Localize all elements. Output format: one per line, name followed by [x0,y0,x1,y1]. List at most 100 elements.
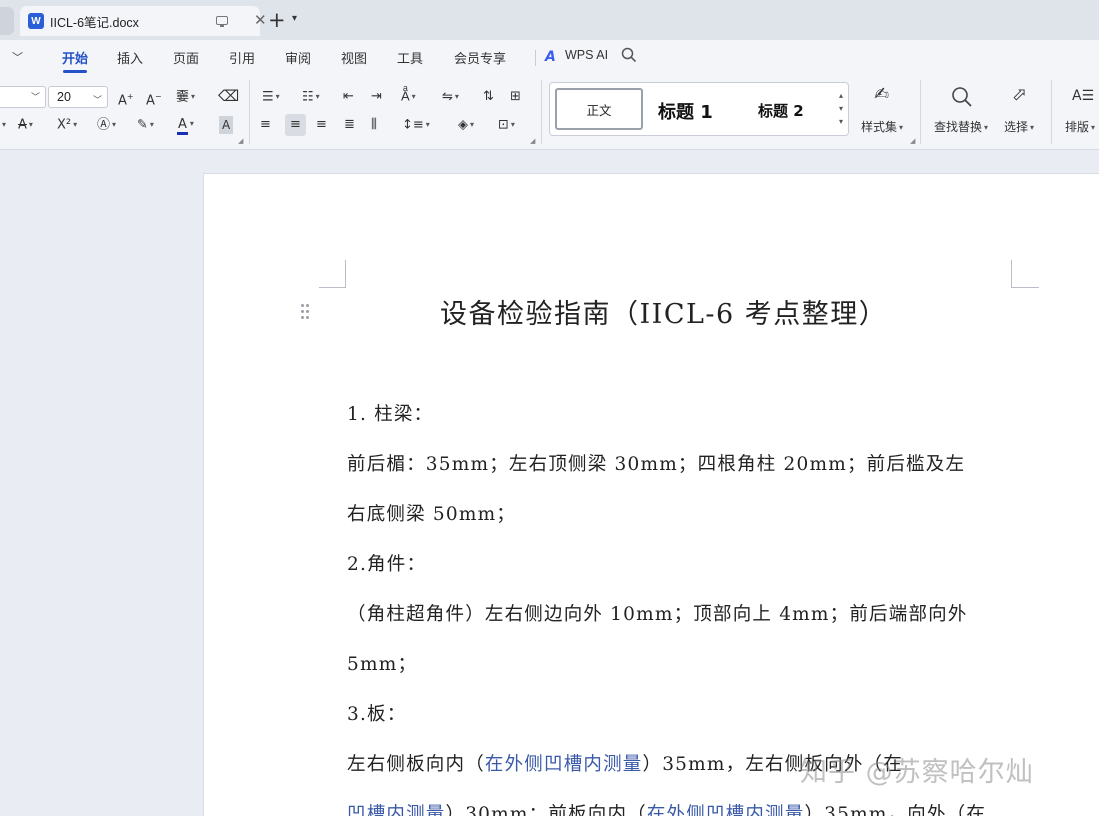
toolbar-separator [1051,80,1052,144]
text-run: 右底侧梁 50mm； [347,504,517,525]
toolbar-separator [920,80,921,144]
sort-icon[interactable]: ⇅ [483,88,494,106]
document-heading[interactable]: 设备检验指南（IICL-6 考点整理） [440,292,887,331]
monitor-icon[interactable] [216,16,228,27]
select-button[interactable]: 选择 ▾ [1004,118,1034,135]
document-paragraph[interactable]: 凹槽内测量）30mm；前板向内（在外侧凹槽内测量）35mm，向外（在 [347,800,986,816]
phonetic-guide-icon[interactable]: 嫑 ▾ [176,88,195,107]
document-paragraph[interactable]: 右底侧梁 50mm； [347,500,516,526]
blue-text-run: 在外侧凹槽内测量 [484,754,643,775]
menu-review[interactable]: 审阅 [285,48,311,67]
paragraph-dialog-launcher-icon[interactable]: ◢ [530,137,535,145]
select-cursor-icon[interactable]: ⬀ [1012,86,1027,104]
distributed-align-icon[interactable]: ⫼ [371,116,377,134]
menu-insert[interactable]: 插入 [117,48,143,67]
text-run: 1. 柱梁： [347,404,434,425]
styles-gallery: 正文 标题 1 标题 2 ▴ ▾ ▾ [549,82,849,136]
style-set-button[interactable]: 样式集 ▾ [861,118,903,135]
paragraph-shading-icon[interactable]: ◈ ▾ [458,116,474,135]
menu-active-indicator [63,70,87,73]
find-replace-button[interactable]: 查找替换 ▾ [934,118,988,135]
font-size-select[interactable]: 20 ﹀ [48,86,108,108]
menu-view[interactable]: 视图 [341,48,367,67]
styles-scroll-arrows[interactable]: ▴ ▾ ▾ [836,89,846,128]
font-name-select[interactable]: ﹀ [0,86,46,108]
document-paragraph[interactable]: 2.角件： [347,550,426,576]
text-run: ）30mm；前板向内（ [445,804,647,816]
wps-ai-logo-icon[interactable]: A [545,49,556,65]
strikethrough-icon[interactable]: A ▾ [18,116,33,135]
line-spacing-icon[interactable]: ↕≡ ▾ [402,116,430,135]
align-left-icon[interactable]: ≡ [260,116,271,134]
style-normal[interactable]: 正文 [555,88,643,130]
font-size-chevron-icon: ﹀ [93,95,103,105]
menu-home[interactable]: 开始 [62,48,88,67]
menu-bar: ﹀ 开始 插入 页面 引用 审阅 视图 工具 会员专享 A WPS AI [0,40,1099,74]
text-run: ）35mm，向外（在 [804,804,987,816]
document-tab[interactable]: W IICL-6笔记.docx ✕ [20,6,267,36]
character-shading-icon[interactable]: A [219,116,234,134]
style-heading-1[interactable]: 标题 1 [658,98,713,124]
search-icon[interactable] [621,47,637,63]
menu-separator [535,50,536,66]
ribbon-toolbar: ﹀ 20 ﹀ A+ A− 嫑 ▾ ⌫ ▾ A ▾ X² ▾ Ⓐ ▾ ✎ ▾ A ▾ A ◢ … [0,74,1099,150]
underline-chevron-icon[interactable]: ▾ [0,116,6,135]
new-tab-chevron-down-icon[interactable]: ▾ [292,13,297,24]
increase-indent-icon[interactable]: ⇥ [371,88,382,106]
document-paragraph[interactable]: 前后楣：35mm；左右顶侧梁 30mm；四根角柱 20mm；前后槛及左 [347,450,965,476]
layout-icon[interactable]: A☰ [1072,87,1094,105]
font-size-value: 20 [57,90,71,104]
new-tab-plus-icon[interactable]: + [268,8,286,32]
blue-text-run: 在外侧凹槽内测量 [646,804,805,816]
font-name-chevron-icon: ﹀ [31,93,41,103]
clear-format-eraser-icon[interactable]: ⌫ [218,87,239,105]
highlight-pen-icon[interactable]: ✎ ▾ [137,116,154,135]
toolbar-separator [541,80,542,144]
style-heading-2[interactable]: 标题 2 [758,100,804,121]
justify-icon[interactable]: ≣ [344,116,355,134]
document-paragraph[interactable]: 1. 柱梁： [347,400,433,426]
text-run: 左右侧板向内（ [347,754,485,775]
borders-icon[interactable]: ⊡ ▾ [498,116,515,135]
font-color-icon[interactable]: A ▾ [177,115,194,135]
decrease-font-icon[interactable]: A− [146,88,162,110]
text-run: 5mm； [347,654,418,675]
show-marks-icon[interactable]: ⊞ [510,88,521,106]
word-doc-icon: W [28,13,44,29]
font-dialog-launcher-icon[interactable]: ◢ [238,137,243,145]
bullet-list-icon[interactable]: ☰ ▾ [262,88,280,107]
decrease-indent-icon[interactable]: ⇤ [343,88,354,106]
collapse-chevron-down-icon[interactable]: ﹀ [12,49,23,65]
blue-text-run: 凹槽内测量 [347,804,446,816]
document-paragraph[interactable]: （角柱超角件）左右侧边向外 10mm；顶部向上 4mm；前后端部向外 [347,600,968,626]
text-direction-icon[interactable]: ⇋ ▾ [442,88,459,107]
tab-bar: W IICL-6笔记.docx ✕ + ▾ [0,0,1099,40]
previous-tab-edge[interactable] [0,7,14,35]
superscript-icon[interactable]: X² ▾ [57,116,77,135]
menu-references[interactable]: 引用 [229,48,255,67]
align-center-icon[interactable]: ≡ [285,114,306,136]
find-replace-search-icon[interactable] [951,86,973,108]
text-run: 3.板： [347,704,407,725]
wps-ai-button[interactable]: WPS AI [565,48,608,62]
close-tab-icon[interactable]: ✕ [254,10,267,30]
document-tab-title: IICL-6笔记.docx [50,15,139,30]
numbered-list-icon[interactable]: ☷ ▾ [302,88,320,107]
margin-crop-mark-right [1011,260,1039,288]
layout-button[interactable]: 排版 ▾ [1065,118,1095,135]
paragraph-drag-handle-icon[interactable] [301,304,311,320]
text-run: 前后楣：35mm；左右顶侧梁 30mm；四根角柱 20mm；前后槛及左 [347,454,966,475]
watermark-text: 知乎 @苏察哈尔灿 [800,757,1034,788]
text-run: （角柱超角件）左右侧边向外 10mm；顶部向上 4mm；前后端部向外 [347,604,968,625]
menu-tools[interactable]: 工具 [397,48,423,67]
style-set-icon[interactable]: ✍ [874,86,889,104]
text-effect-icon[interactable]: Ⓐ ▾ [97,116,116,135]
document-paragraph[interactable]: 5mm； [347,650,417,676]
align-right-icon[interactable]: ≡ [316,116,327,134]
document-paragraph[interactable]: 3.板： [347,700,406,726]
increase-font-icon[interactable]: A+ [118,88,134,110]
menu-page[interactable]: 页面 [173,48,199,67]
styles-dialog-launcher-icon[interactable]: ◢ [910,137,915,145]
case-change-icon[interactable]: Aͣ ▾ [401,88,416,107]
menu-member[interactable]: 会员专享 [454,48,506,67]
